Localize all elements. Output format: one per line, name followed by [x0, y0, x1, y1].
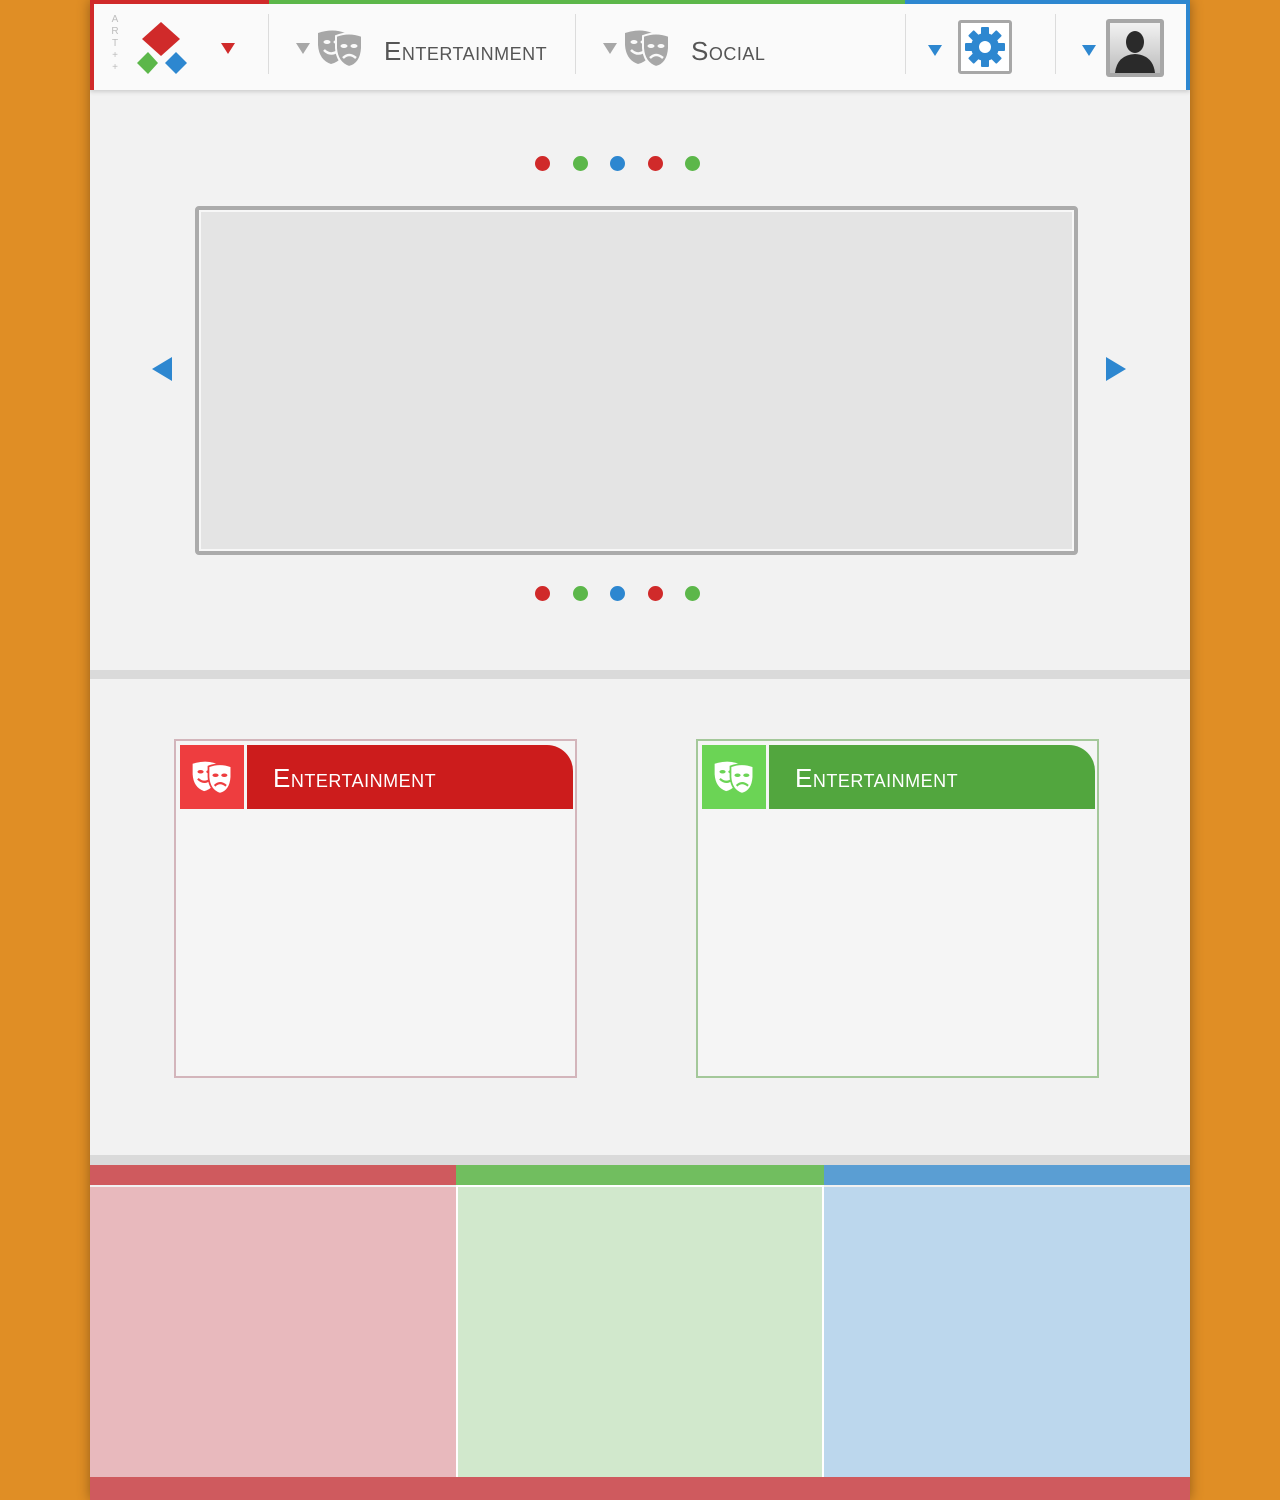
hero-slider-section: [90, 90, 1190, 670]
column-body: [824, 1187, 1190, 1477]
logo-dropdown-icon[interactable]: [221, 43, 235, 54]
arrow-left-icon[interactable]: [152, 357, 172, 381]
nav-item-social[interactable]: Social: [597, 20, 877, 80]
pager-dot[interactable]: [685, 586, 700, 601]
card-title-bar: Entertainment: [769, 745, 1095, 809]
pager-dot[interactable]: [573, 586, 588, 601]
theater-masks-icon: [192, 761, 233, 795]
entertainment-card-red[interactable]: Entertainment: [174, 739, 577, 1078]
section-divider: [90, 1155, 1190, 1165]
card-icon-box: [180, 745, 244, 809]
red-accent-stripe: [90, 0, 269, 4]
settings-dropdown-icon[interactable]: [928, 45, 942, 56]
section-divider: [90, 670, 1190, 679]
column-stripe: [824, 1165, 1190, 1185]
column-stripe: [456, 1165, 824, 1185]
pager-dot[interactable]: [610, 156, 625, 171]
column-body: [90, 1187, 456, 1477]
entertainment-card-green[interactable]: Entertainment: [696, 739, 1099, 1078]
pager-dot[interactable]: [535, 156, 550, 171]
theater-masks-icon: [714, 761, 755, 795]
blue-accent-stripe: [905, 0, 1190, 4]
green-accent-stripe: [269, 0, 905, 4]
card-title: Entertainment: [273, 763, 437, 793]
pager-dot[interactable]: [648, 156, 663, 171]
footer-bar: [90, 1477, 1190, 1500]
card-header: Entertainment: [702, 745, 1095, 809]
gear-icon: [965, 27, 1005, 67]
page: A R T + + Entertainment Social Entertain…: [90, 0, 1190, 1500]
nav-label-social: Social: [691, 36, 766, 66]
footer-column-green: [456, 1165, 824, 1477]
top-navbar: A R T + + Entertainment Social: [90, 0, 1190, 90]
column-stripe: [90, 1165, 456, 1185]
profile-avatar-button[interactable]: [1106, 19, 1164, 77]
nav-divider: [575, 14, 576, 74]
profile-dropdown-icon[interactable]: [1082, 45, 1096, 56]
brand-vertical-text: A R T + +: [111, 14, 119, 73]
footer-column-blue: [824, 1165, 1190, 1477]
pager-dot[interactable]: [610, 586, 625, 601]
nav-divider: [1055, 14, 1056, 74]
chevron-down-icon: [603, 43, 617, 54]
card-title: Entertainment: [795, 763, 959, 793]
logo-icon[interactable]: [134, 20, 192, 78]
left-edge: [90, 0, 94, 90]
right-edge: [1186, 0, 1190, 90]
theater-masks-icon: [318, 30, 363, 68]
cards-section: Entertainment Entertainment: [90, 679, 1190, 1155]
nav-divider: [905, 14, 906, 74]
footer-columns: [90, 1165, 1190, 1500]
chevron-down-icon: [296, 43, 310, 54]
pager-dot[interactable]: [685, 156, 700, 171]
pager-dot[interactable]: [535, 586, 550, 601]
settings-button[interactable]: [958, 20, 1012, 74]
arrow-right-icon[interactable]: [1106, 357, 1126, 381]
pager-dot[interactable]: [648, 586, 663, 601]
slide-frame: [195, 206, 1078, 555]
slider-pager-bottom: [535, 586, 705, 602]
footer-column-red: [90, 1165, 456, 1477]
card-icon-box: [702, 745, 766, 809]
card-header: Entertainment: [180, 745, 573, 809]
column-body: [458, 1187, 822, 1477]
nav-divider: [268, 14, 269, 74]
user-silhouette-icon: [1110, 23, 1160, 73]
theater-masks-icon: [625, 30, 670, 68]
pager-dot[interactable]: [573, 156, 588, 171]
nav-label-entertainment: Entertainment: [384, 36, 548, 66]
nav-item-entertainment[interactable]: Entertainment: [290, 20, 570, 80]
card-title-bar: Entertainment: [247, 745, 573, 809]
slider-pager-top: [535, 156, 705, 172]
